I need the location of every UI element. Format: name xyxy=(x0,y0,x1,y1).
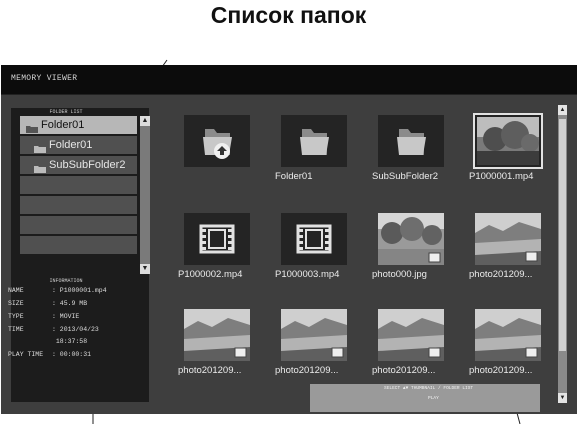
folder-icon xyxy=(26,121,38,134)
information-row: SIZE : 45.9 MB xyxy=(8,300,87,307)
folder-icon xyxy=(34,141,46,154)
thumbnail-item[interactable]: P1000001.mp4 xyxy=(469,113,547,189)
folder-list-item-label: SubSubFolder2 xyxy=(49,159,126,171)
thumbnail-scrollbar[interactable]: ▲ ▼ xyxy=(558,105,567,403)
thumbnail-label: P1000001.mp4 xyxy=(469,171,534,182)
information-row: TIME : 2013/04/23 xyxy=(8,326,99,333)
content-area: FOLDER LIST Folder01 Folder01 SubSubFolder… xyxy=(1,95,577,414)
scroll-down-icon[interactable]: ▼ xyxy=(558,393,567,403)
callout-folder-list-title: Список папок xyxy=(210,2,367,28)
thumbnail-item[interactable]: Folder01 xyxy=(275,115,353,189)
movie-file-icon xyxy=(184,213,250,265)
thumbnail-label: P1000003.mp4 xyxy=(275,269,340,280)
information-key: TYPE xyxy=(8,313,24,320)
thumbnail-item[interactable]: photo201209... xyxy=(469,309,547,383)
folder-list-item[interactable] xyxy=(20,196,137,214)
left-panel: FOLDER LIST Folder01 Folder01 SubSubFolder… xyxy=(8,108,150,402)
information-value: : 00:00:31 xyxy=(52,351,92,358)
thumbnail-item[interactable]: P1000002.mp4 xyxy=(178,213,256,287)
folder-list-item[interactable] xyxy=(20,176,137,194)
folder-list-item[interactable] xyxy=(20,236,137,254)
thumbnail-item[interactable]: photo201209... xyxy=(275,309,353,383)
information-value: : 45.9 MB xyxy=(52,300,88,307)
help-guide: SELECT ▲▼ THUMBNAIL / FOLDER LIST PLAY xyxy=(310,384,540,412)
folder-icon xyxy=(378,115,444,167)
information-value: : MOVIE xyxy=(52,313,80,320)
folder-list-item[interactable]: Folder01 xyxy=(20,136,137,154)
folder-list-heading: FOLDER LIST xyxy=(49,109,83,115)
thumbnail-label: photo201209... xyxy=(469,269,533,280)
scrollbar-thumb[interactable] xyxy=(559,119,566,351)
photo-thumbnail-image xyxy=(475,213,541,265)
photo-thumbnail-image xyxy=(378,213,444,265)
folder-list: Folder01 Folder01 SubSubFolder2 xyxy=(20,116,137,256)
information-key: PLAY TIME xyxy=(8,351,44,358)
folder-list-scrollbar[interactable]: ▲ ▼ xyxy=(140,116,150,274)
window-title: MEMORY VIEWER xyxy=(11,74,78,83)
thumbnail-item[interactable] xyxy=(178,115,256,189)
thumbnail-label: SubSubFolder2 xyxy=(372,171,439,182)
information-row: 18:37:58 xyxy=(8,338,87,345)
information-key: NAME xyxy=(8,287,24,294)
folder-list-item[interactable]: Folder01 xyxy=(20,116,137,134)
scroll-up-icon[interactable]: ▲ xyxy=(558,105,567,115)
information-value: 18:37:58 xyxy=(52,338,88,345)
information-row: PLAY TIME : 00:00:31 xyxy=(8,351,91,358)
title-bar: MEMORY VIEWER xyxy=(1,65,577,95)
video-thumbnail-image xyxy=(473,113,543,169)
photo-thumbnail-image xyxy=(184,309,250,361)
parent-folder-icon xyxy=(184,115,250,167)
photo-thumbnail-image xyxy=(378,309,444,361)
information-row: TYPE : MOVIE xyxy=(8,313,79,320)
photo-thumbnail-image xyxy=(281,309,347,361)
scroll-up-icon[interactable]: ▲ xyxy=(140,116,150,126)
thumbnail-label: Folder01 xyxy=(275,171,313,182)
thumbnail-label: photo201209... xyxy=(178,365,242,376)
folder-icon xyxy=(281,115,347,167)
thumbnail-item[interactable]: photo201209... xyxy=(178,309,256,383)
movie-file-icon xyxy=(281,213,347,265)
thumbnail-label: photo000.jpg xyxy=(372,269,427,280)
folder-list-item[interactable]: SubSubFolder2 xyxy=(20,156,137,174)
thumbnail-item[interactable]: photo201209... xyxy=(469,213,547,287)
photo-thumbnail-image xyxy=(475,309,541,361)
thumbnail-label: photo201209... xyxy=(469,365,533,376)
folder-list-item[interactable] xyxy=(20,216,137,234)
information-value: : P1000001.mp4 xyxy=(52,287,107,294)
thumbnail-label: photo201209... xyxy=(372,365,436,376)
information-key: SIZE xyxy=(8,300,24,307)
information-row: NAME : P1000001.mp4 xyxy=(8,287,107,294)
thumbnail-item[interactable]: P1000003.mp4 xyxy=(275,213,353,287)
thumbnail-item[interactable]: photo000.jpg xyxy=(372,213,450,287)
help-line-select: SELECT ▲▼ THUMBNAIL / FOLDER LIST xyxy=(384,386,474,391)
thumbnail-item[interactable]: photo201209... xyxy=(372,309,450,383)
memory-viewer-screen: MEMORY VIEWER FOLDER LIST Folder01 Folder… xyxy=(1,65,577,414)
information-value: : 2013/04/23 xyxy=(52,326,99,333)
thumbnail-item[interactable]: SubSubFolder2 xyxy=(372,115,450,189)
information-heading: INFORMATION xyxy=(49,278,83,284)
thumbnail-label: photo201209... xyxy=(275,365,339,376)
folder-icon xyxy=(34,161,46,174)
scroll-down-icon[interactable]: ▼ xyxy=(140,264,150,274)
information-key: TIME xyxy=(8,326,24,333)
thumbnail-label: P1000002.mp4 xyxy=(178,269,243,280)
folder-list-item-label: Folder01 xyxy=(41,119,85,131)
help-line-play: PLAY xyxy=(428,396,439,401)
folder-list-item-label: Folder01 xyxy=(49,139,93,151)
